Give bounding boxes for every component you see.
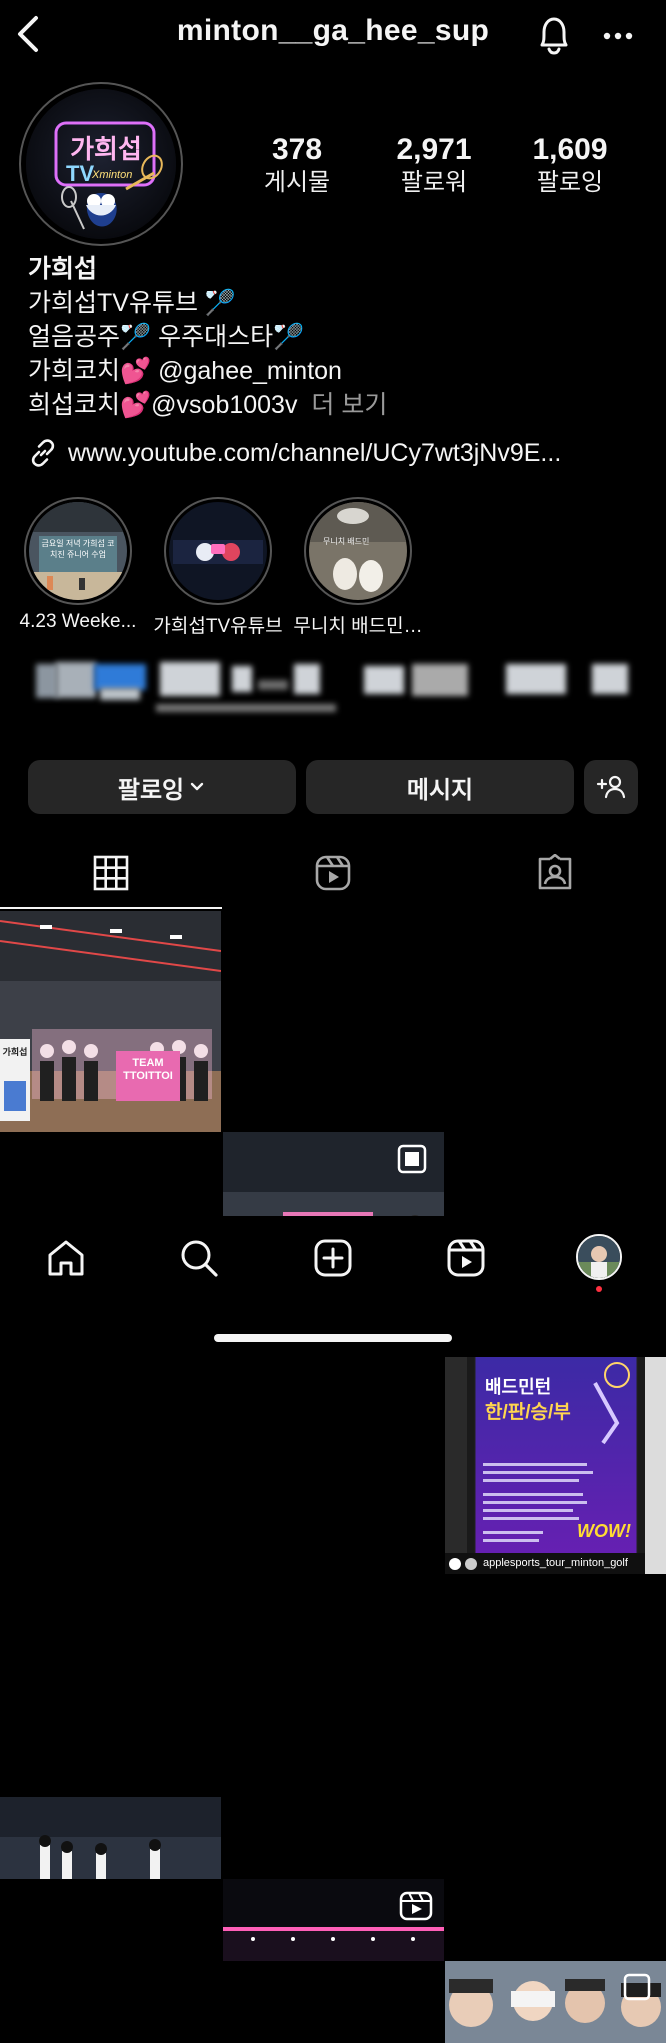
stat-followers[interactable]: 2,971 팔로워: [369, 132, 499, 198]
following-button-label: 팔로잉: [117, 776, 185, 804]
tab-tagged[interactable]: [444, 848, 666, 898]
avatar-text-3: Xminton: [92, 169, 133, 181]
post-5[interactable]: [223, 1879, 444, 1961]
create-icon: [314, 1239, 352, 1277]
stat-posts[interactable]: 378 게시물: [232, 132, 362, 198]
add-person-icon: [596, 775, 626, 799]
highlight-3[interactable]: 무니치 배드민 무니치 배드민…: [293, 497, 423, 637]
post-3-title: 배드민턴: [485, 1377, 552, 1397]
profile-avatar-icon: [578, 1236, 620, 1278]
stat-posts-value: 378: [271, 133, 323, 166]
highlight-2[interactable]: 가희섭TV유튜브: [153, 497, 283, 637]
link-icon: [31, 439, 55, 467]
highlight-cover: 금요일 저녁 가희섭 코치진 쥬니어 수업: [29, 502, 127, 600]
reels-nav-icon: [447, 1239, 485, 1277]
bell-icon: [540, 17, 568, 55]
highlight-cover: 무니치 배드민: [309, 502, 407, 600]
bio-line-2-text-a: 얼음공주: [28, 323, 121, 351]
badminton-icon: 🏸: [273, 323, 305, 351]
nav-reels[interactable]: [436, 1236, 496, 1280]
stat-posts-label: 게시물: [263, 169, 331, 196]
nav-search[interactable]: [169, 1236, 229, 1280]
stat-followers-value: 2,971: [396, 133, 472, 166]
hearts-icon: 💕: [120, 391, 152, 419]
mention-vsob[interactable]: @vsob1003v: [151, 391, 297, 419]
bio-line-3-text: 가희코치: [28, 357, 121, 385]
message-button-label: 메시지: [406, 776, 474, 804]
more-link[interactable]: 더 보기: [311, 391, 387, 419]
post-1[interactable]: TEAM TTOITTOI 가희섭: [0, 911, 221, 1132]
notifications-button[interactable]: [532, 12, 576, 58]
more-options-button[interactable]: [596, 16, 640, 56]
highlight-cover: [169, 502, 267, 600]
stat-followers-label: 팔로워: [400, 169, 468, 196]
post-3-subtitle: 한/판/승/부: [485, 1402, 571, 1423]
bio-line-4-text: 희섭코치: [28, 391, 121, 419]
nav-home[interactable]: [36, 1236, 96, 1280]
notification-dot: [596, 1286, 602, 1292]
reels-icon: [315, 855, 351, 891]
post-6[interactable]: [445, 1961, 666, 2043]
mention-gahee[interactable]: @gahee_minton: [158, 357, 342, 385]
suggest-people-button[interactable]: [584, 760, 638, 814]
nav-create[interactable]: [303, 1236, 363, 1280]
tagged-icon: [538, 854, 572, 890]
followed-by-blurred[interactable]: [36, 660, 646, 716]
bio-line-1: 가희섭TV유튜브 🏸: [28, 286, 387, 320]
highlight-3-overlay: 무니치 배드민: [323, 537, 370, 546]
profile-avatar[interactable]: 가희섭 TV Xminton: [19, 82, 183, 246]
post-1-panel-text: 가희섭: [2, 1047, 28, 1057]
following-button[interactable]: 팔로잉: [28, 760, 296, 814]
home-icon: [48, 1240, 84, 1276]
avatar-image: 가희섭 TV Xminton: [26, 89, 176, 239]
highlight-1-overlay: 금요일 저녁 가희섭 코치진 쥬니어 수업: [41, 539, 115, 559]
bio-line-1-text: 가희섭TV유튜브: [28, 289, 198, 317]
highlight-3-caption: 무니치 배드민…: [293, 616, 423, 637]
stat-following-label: 팔로잉: [536, 169, 604, 196]
post-3-wow: WOW!: [577, 1521, 631, 1541]
highlight-ring: 금요일 저녁 가희섭 코치진 쥬니어 수업: [24, 497, 132, 605]
tab-grid[interactable]: [0, 848, 222, 898]
post-1-sign: TEAM TTOITTOI: [123, 1057, 173, 1082]
bio-line-2: 얼음공주🏸 우주대스타🏸: [28, 320, 387, 354]
post-4[interactable]: [0, 1797, 221, 1879]
stat-following-value: 1,609: [532, 133, 608, 166]
highlight-1[interactable]: 금요일 저녁 가희섭 코치진 쥬니어 수업 4.23 Weeke...: [20, 497, 136, 632]
more-icon: [603, 32, 633, 40]
post-3[interactable]: 배드민턴 한/판/승/부 WOW! applesports_tour_minto…: [445, 1353, 666, 1574]
profile-link[interactable]: www.youtube.com/channel/UCy7wt3jNv9E...: [28, 438, 561, 468]
tab-reels[interactable]: [222, 848, 444, 898]
tab-indicator: [0, 907, 222, 909]
bio-line-2-text-b: 우주대스타: [158, 323, 274, 351]
avatar-text-2: TV: [66, 161, 95, 186]
highlight-ring: 무니치 배드민: [304, 497, 412, 605]
chevron-down-icon: [190, 782, 204, 791]
post-3-tag: applesports_tour_minton_golf: [483, 1557, 628, 1569]
search-icon: [181, 1240, 218, 1277]
profile-display-name: 가희섭: [28, 255, 98, 283]
bio-line-3: 가희코치💕 @gahee_minton: [28, 354, 387, 388]
stat-following[interactable]: 1,609 팔로잉: [505, 132, 635, 198]
home-indicator: [214, 1334, 452, 1342]
grid-icon: [93, 855, 129, 891]
profile-link-text: www.youtube.com/channel/UCy7wt3jNv9E...: [68, 438, 562, 467]
message-button[interactable]: 메시지: [306, 760, 574, 814]
badminton-icon: 🏸: [120, 323, 152, 351]
bio: 가희섭 가희섭TV유튜브 🏸 얼음공주🏸 우주대스타🏸 가희코치💕 @gahee…: [28, 252, 387, 422]
highlight-ring: [164, 497, 272, 605]
nav-profile[interactable]: [576, 1234, 622, 1280]
badminton-icon: 🏸: [204, 289, 237, 317]
bio-line-4: 희섭코치💕@vsob1003v 더 보기: [28, 388, 387, 422]
hearts-icon: 💕: [120, 357, 152, 385]
